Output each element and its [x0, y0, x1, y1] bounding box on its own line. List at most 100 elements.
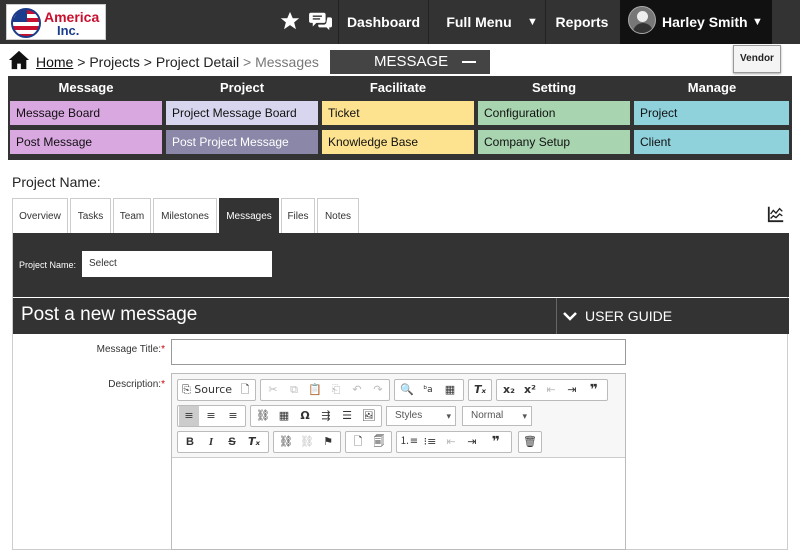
company-logo[interactable]: America Inc.	[6, 4, 106, 40]
flag-logo-icon	[11, 8, 41, 38]
align-center-icon[interactable]: ≡	[201, 406, 221, 426]
menu-heading-message: Message	[58, 80, 114, 95]
tab-tasks[interactable]: Tasks	[70, 198, 111, 233]
tab-files[interactable]: Files	[281, 198, 315, 233]
remove-format-icon[interactable]: Tₓ	[470, 380, 490, 400]
subscript-icon[interactable]: x₂	[499, 380, 519, 400]
align-right-icon[interactable]: ≡	[223, 406, 243, 426]
toolbar-group-lists: ⒈≡ ⁝≡ ⇤ ⇥ ❞	[396, 431, 512, 453]
menu-item-project[interactable]: Project	[634, 101, 789, 125]
menu-item-post-message[interactable]: Post Message	[10, 130, 162, 154]
tab-team[interactable]: Team	[113, 198, 151, 233]
section-tab-message[interactable]: MESSAGE	[330, 50, 490, 74]
paste-icon[interactable]: 📋	[305, 380, 325, 400]
template-icon[interactable]: 🗐	[369, 432, 389, 452]
menu-heading-facilitate: Facilitate	[369, 80, 427, 95]
toolbar-group-page: 🗋 🗐	[345, 431, 392, 453]
post-message-title: Post a new message	[21, 304, 198, 325]
toolbar-group-find: 🔍 ᵇa ▦	[394, 379, 464, 401]
blockquote-icon[interactable]: ❞	[583, 380, 605, 400]
filter-project-name-label: Project Name:	[19, 260, 77, 270]
decrease-indent-icon[interactable]: ⇤	[441, 432, 461, 452]
indent-icon[interactable]: ⇥	[562, 380, 582, 400]
project-filter-bar: Project Name: Select	[13, 233, 789, 297]
post-message-header: Post a new message USER GUIDE	[13, 298, 789, 334]
breadcrumb-projects[interactable]: Projects	[89, 54, 140, 70]
collapse-icon[interactable]	[462, 61, 476, 63]
strike-icon[interactable]: S	[222, 432, 242, 452]
menu-item-message-board[interactable]: Message Board	[10, 101, 162, 125]
toolbar-group-document: ⎘ Source 🗋	[177, 379, 256, 401]
select-all-icon[interactable]: ▦	[439, 380, 461, 400]
new-page-icon[interactable]: 🗋	[348, 432, 368, 452]
tab-milestones[interactable]: Milestones	[153, 198, 217, 233]
image-icon[interactable]: 🖼	[358, 406, 379, 426]
vendor-button[interactable]: Vendor	[733, 45, 781, 73]
tab-overview[interactable]: Overview	[12, 198, 68, 233]
menu-item-knowledge-base[interactable]: Knowledge Base	[322, 130, 474, 154]
menu-item-configuration[interactable]: Configuration	[478, 101, 630, 125]
section-tab-label: MESSAGE	[374, 53, 449, 70]
required-mark: *	[161, 379, 165, 390]
trash-icon[interactable]: 🗑	[520, 432, 540, 452]
tab-notes[interactable]: Notes	[317, 198, 359, 233]
superscript-icon[interactable]: x²	[520, 380, 540, 400]
quote-icon[interactable]: ❞	[485, 432, 507, 452]
menu-item-project-message-board[interactable]: Project Message Board	[166, 101, 318, 125]
chart-icon[interactable]	[767, 205, 785, 223]
logo-text-line2: Inc.	[57, 23, 80, 38]
italic-icon[interactable]: I	[201, 432, 221, 452]
preview-icon[interactable]: 🗋	[235, 380, 255, 400]
nav-reports[interactable]: Reports	[546, 0, 618, 44]
nav-dashboard[interactable]: Dashboard	[339, 0, 428, 44]
nav-full-menu[interactable]: Full Menu	[429, 0, 529, 44]
project-name-select[interactable]: Select	[82, 251, 272, 277]
source-button[interactable]: ⎘ Source	[180, 380, 234, 400]
align-left-icon[interactable]: ≡	[179, 406, 199, 426]
breadcrumb-project-detail[interactable]: Project Detail	[156, 54, 239, 70]
replace-icon[interactable]: ᵇa	[418, 380, 438, 400]
user-guide-toggle[interactable]: USER GUIDE	[563, 298, 672, 334]
editor-toolbar: ⎘ Source 🗋 ✂ ⧉ 📋 ⎗ ↶ ↷ 🔍 ᵇa ▦ Tₓ x₂ x² ⇤…	[172, 374, 625, 458]
message-title-input[interactable]	[171, 339, 626, 365]
breadcrumb: Home > Projects > Project Detail > Messa…	[8, 50, 319, 74]
anchor-flag-icon[interactable]: ⚑	[318, 432, 338, 452]
copy-icon[interactable]: ⧉	[284, 380, 304, 400]
find-icon[interactable]: 🔍	[397, 380, 417, 400]
table-icon[interactable]: ▦	[274, 406, 294, 426]
link-icon[interactable]: ⛓	[253, 406, 273, 426]
clear-format-icon[interactable]: Tₓ	[243, 432, 265, 452]
menu-item-client[interactable]: Client	[634, 130, 789, 154]
cut-icon[interactable]: ✂	[263, 380, 283, 400]
unlink-icon[interactable]: ⛓	[297, 432, 317, 452]
horizontal-line-icon[interactable]: ☰	[337, 406, 357, 426]
user-name: Harley Smith	[662, 14, 748, 30]
menu-item-ticket[interactable]: Ticket	[322, 101, 474, 125]
outdent-icon[interactable]: ⇤	[541, 380, 561, 400]
toolbar-group-basic: B I S Tₓ	[177, 431, 269, 453]
styles-dropdown[interactable]: Styles	[386, 406, 456, 426]
format-dropdown[interactable]: Normal	[462, 406, 532, 426]
star-icon[interactable]	[279, 10, 301, 32]
breadcrumb-home-link[interactable]: Home	[36, 54, 73, 70]
bulleted-list-icon[interactable]: ⁝≡	[420, 432, 440, 452]
full-menu-caret-icon[interactable]: ▼	[527, 0, 538, 44]
bold-icon[interactable]: B	[180, 432, 200, 452]
home-icon[interactable]	[8, 49, 30, 71]
increase-indent-icon[interactable]: ⇥	[462, 432, 482, 452]
editor-content-area[interactable]	[172, 459, 625, 549]
undo-icon[interactable]: ↶	[347, 380, 367, 400]
source-icon: ⎘	[181, 383, 191, 396]
menu-item-company-setup[interactable]: Company Setup	[478, 130, 630, 154]
user-menu[interactable]: Harley Smith ▼	[620, 0, 772, 44]
menu-item-post-project-message[interactable]: Post Project Message	[166, 130, 318, 154]
chat-icon[interactable]	[309, 10, 333, 32]
source-label: Source	[194, 383, 233, 396]
hyperlink-icon[interactable]: ⛓	[276, 432, 296, 452]
special-char-icon[interactable]: Ω	[295, 406, 315, 426]
tab-messages[interactable]: Messages	[219, 198, 279, 233]
redo-icon[interactable]: ↷	[368, 380, 388, 400]
numbered-list-icon[interactable]: ⒈≡	[399, 432, 419, 452]
indent-list-icon[interactable]: ⇶	[316, 406, 336, 426]
paste-text-icon[interactable]: ⎗	[326, 380, 346, 400]
